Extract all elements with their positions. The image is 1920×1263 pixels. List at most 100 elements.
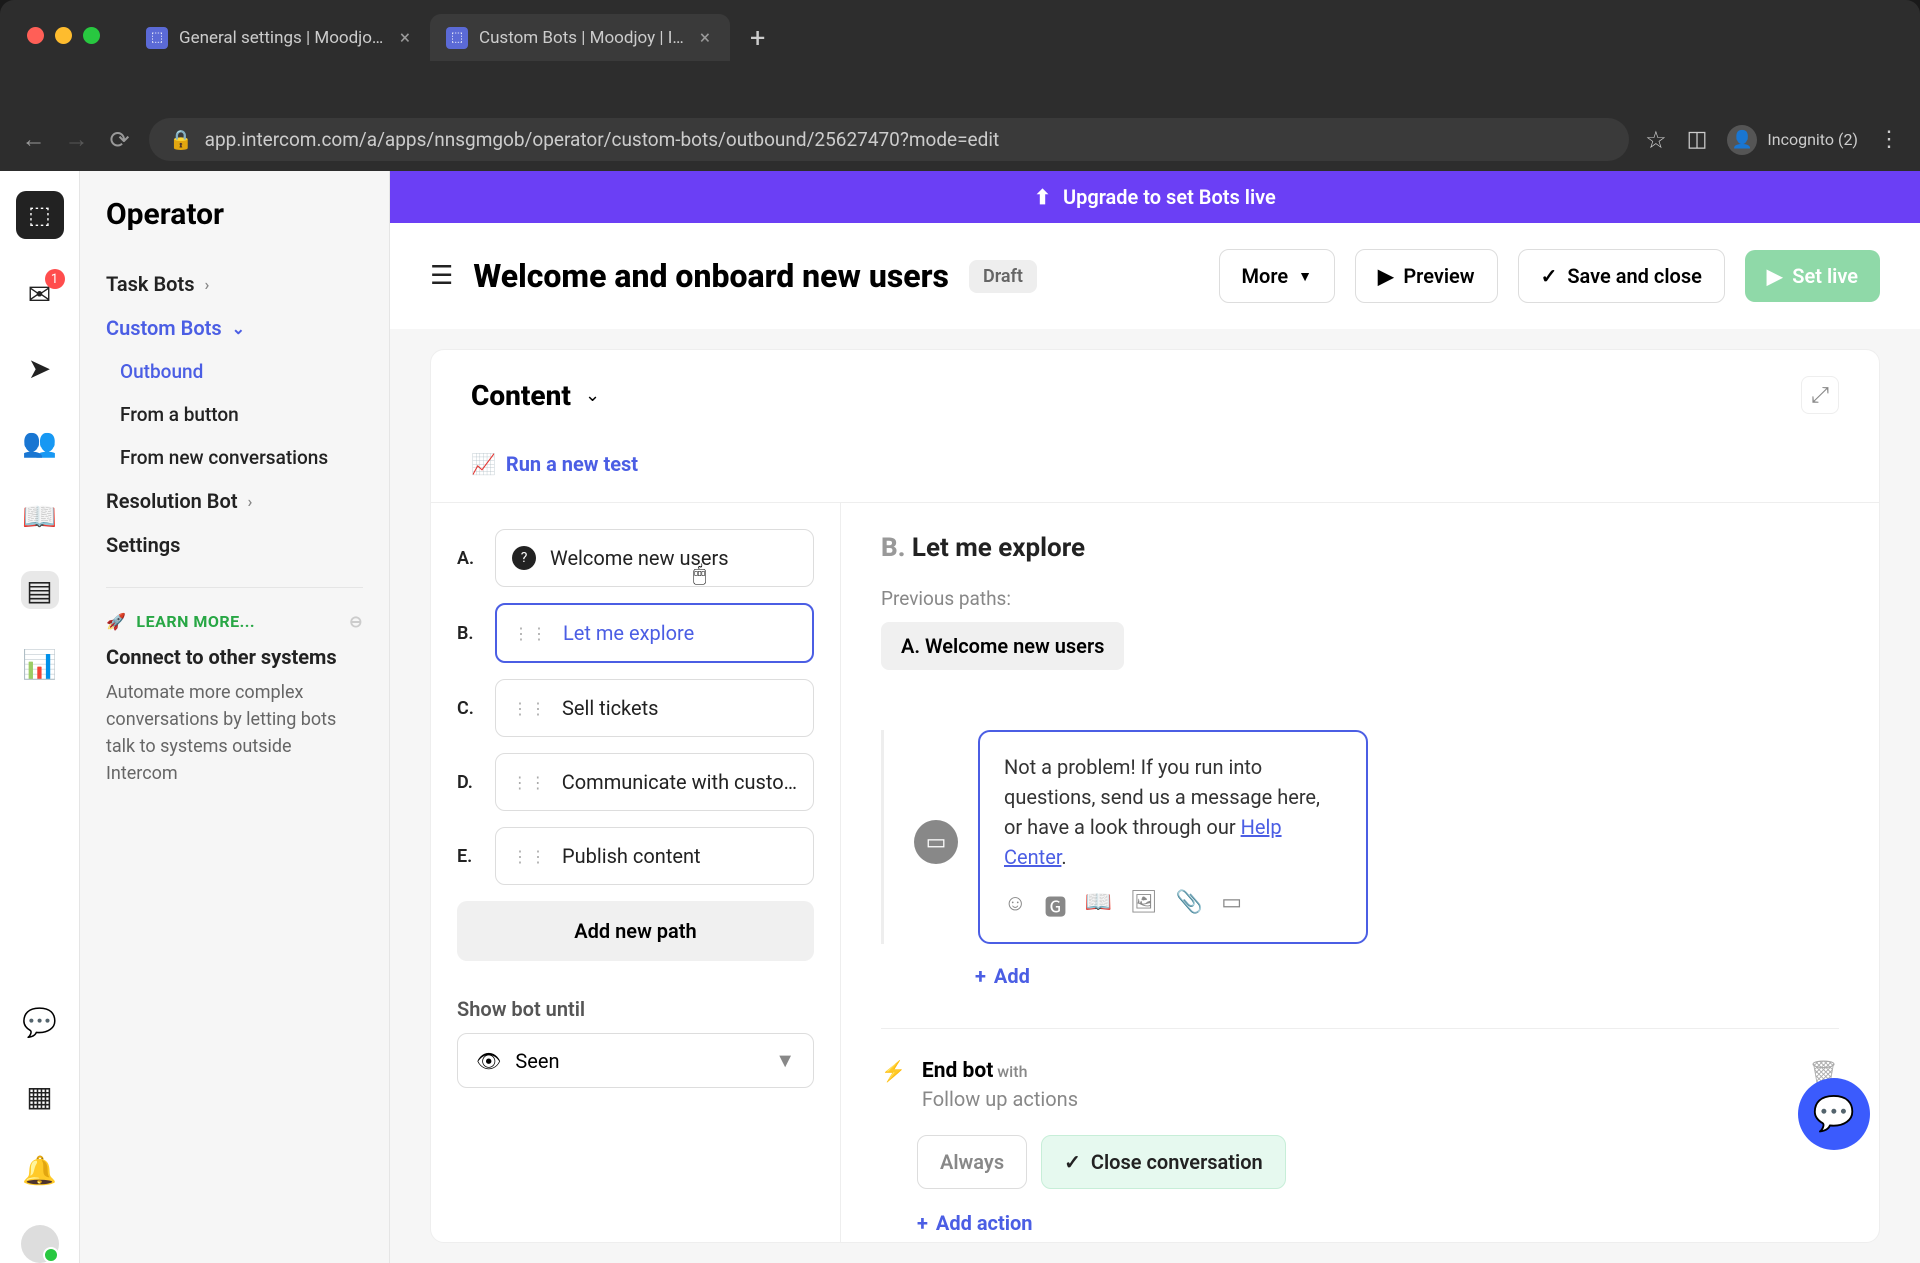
messages-icon[interactable]: 💬 xyxy=(21,1003,59,1041)
add-message-button[interactable]: + Add xyxy=(945,964,1839,988)
expand-icon[interactable]: ⤢ xyxy=(1801,376,1839,414)
forward-icon[interactable]: → xyxy=(63,126,90,153)
sidebar-item-from-new-conversations[interactable]: From new conversations xyxy=(106,436,363,479)
sidebar-item-task-bots[interactable]: Task Bots › xyxy=(106,262,363,306)
content-section-title: Content xyxy=(471,379,571,412)
window-close-button[interactable] xyxy=(27,27,44,44)
close-conversation-button[interactable]: ✓ Close conversation xyxy=(1041,1135,1286,1189)
drag-handle-icon[interactable]: ⋮⋮ xyxy=(512,847,548,866)
sidebar-card-desc: Automate more complex conversations by l… xyxy=(106,679,363,787)
notifications-icon[interactable]: 🔔 xyxy=(21,1151,59,1189)
path-row: A. ? Welcome new users xyxy=(457,529,814,587)
main-area: ⬆ Upgrade to set Bots live ☰ Welcome and… xyxy=(390,171,1920,1263)
message-type-icon[interactable]: ▭ xyxy=(914,820,958,864)
sidebar-item-from-button[interactable]: From a button xyxy=(106,393,363,436)
image-icon[interactable]: 🖼 xyxy=(1130,890,1158,922)
window-controls xyxy=(0,0,100,44)
save-and-close-button[interactable]: ✓ Save and close xyxy=(1518,249,1725,303)
new-tab-button[interactable]: + xyxy=(730,22,785,54)
window-minimize-button[interactable] xyxy=(55,27,72,44)
message-toolbar: ☺ 🅶 📖 🖼 📎 ▭ xyxy=(1004,890,1342,922)
sidebar-item-outbound[interactable]: Outbound xyxy=(106,350,363,393)
intercom-chat-fab[interactable]: 💬 xyxy=(1798,1078,1870,1150)
message-editor[interactable]: Not a problem! If you run into questions… xyxy=(978,730,1368,944)
reports-icon[interactable]: 📊 xyxy=(21,645,59,683)
incognito-label: Incognito (2) xyxy=(1767,130,1858,149)
drag-handle-icon[interactable]: ⋮⋮ xyxy=(513,624,549,643)
upgrade-banner[interactable]: ⬆ Upgrade to set Bots live xyxy=(390,171,1920,223)
lock-icon: 🔒 xyxy=(169,128,193,151)
drag-handle-icon[interactable]: ⋮⋮ xyxy=(512,773,548,792)
eye-icon: 👁 xyxy=(476,1049,501,1073)
chevron-right-icon: › xyxy=(204,275,209,294)
apps-icon[interactable]: ▦ xyxy=(21,1077,59,1115)
content-split: A. ? Welcome new users B. ⋮⋮ Let me expl… xyxy=(431,502,1879,1243)
add-new-path-button[interactable]: Add new path xyxy=(457,901,814,961)
drag-handle-icon[interactable]: ⋮⋮ xyxy=(512,699,548,718)
sidebar-item-settings[interactable]: Settings xyxy=(106,523,363,567)
check-icon: ✓ xyxy=(1541,264,1558,288)
inbox-icon[interactable]: ✉ 1 xyxy=(21,275,59,313)
attachment-icon[interactable]: 📎 xyxy=(1176,890,1203,922)
end-bot-title: End bot xyxy=(922,1059,993,1083)
set-live-button[interactable]: ▶ Set live xyxy=(1745,250,1880,302)
chevron-down-icon: ▼ xyxy=(1298,268,1312,285)
previous-paths-label: Previous paths: xyxy=(881,587,1839,610)
sidebar-item-custom-bots[interactable]: Custom Bots ⌄ xyxy=(106,306,363,350)
detail-pane: B. Let me explore Previous paths: A. Wel… xyxy=(841,503,1879,1243)
intercom-logo[interactable]: ⬚ xyxy=(16,191,64,239)
show-until-select[interactable]: 👁 Seen ▼ xyxy=(457,1033,814,1088)
browser-chrome: ⬚ General settings | Moodjoy | In × ⬚ Cu… xyxy=(0,0,1920,108)
app-icon[interactable]: ▭ xyxy=(1221,890,1242,922)
article-icon[interactable]: 📖 xyxy=(1084,890,1111,922)
sidebar-card-title: Connect to other systems xyxy=(106,645,363,669)
send-icon[interactable]: ➤ xyxy=(21,349,59,387)
check-icon: ✓ xyxy=(1064,1150,1081,1174)
more-button[interactable]: More ▼ xyxy=(1219,249,1335,303)
tab-close-icon[interactable]: × xyxy=(396,26,414,49)
browser-tab[interactable]: ⬚ General settings | Moodjoy | In × xyxy=(130,14,430,61)
tab-close-icon[interactable]: × xyxy=(696,26,714,49)
path-item[interactable]: ⋮⋮ Sell tickets xyxy=(495,679,814,737)
window-maximize-button[interactable] xyxy=(83,27,100,44)
path-item[interactable]: ⋮⋮ Communicate with custo… xyxy=(495,753,814,811)
path-item[interactable]: ⋮⋮ Publish content xyxy=(495,827,814,885)
menu-icon[interactable]: ⋮ xyxy=(1878,127,1900,152)
preview-button[interactable]: ▶ Preview xyxy=(1355,249,1498,303)
page-title: Welcome and onboard new users xyxy=(473,257,949,295)
emoji-icon[interactable]: ☺ xyxy=(1004,890,1026,922)
url-field[interactable]: 🔒 app.intercom.com/a/apps/nnsgmgob/opera… xyxy=(149,118,1629,161)
incognito-badge[interactable]: 👤 Incognito (2) xyxy=(1727,125,1858,155)
incognito-icon: 👤 xyxy=(1727,125,1757,155)
book-icon[interactable]: 📖 xyxy=(21,497,59,535)
user-avatar[interactable] xyxy=(21,1225,59,1263)
previous-path-chip[interactable]: A. Welcome new users xyxy=(881,622,1124,670)
extensions-icon[interactable]: ◫ xyxy=(1687,127,1708,152)
message-text[interactable]: Not a problem! If you run into questions… xyxy=(1004,752,1342,872)
path-row: C. ⋮⋮ Sell tickets xyxy=(457,679,814,737)
hamburger-icon[interactable]: ☰ xyxy=(430,261,453,291)
paths-pane: A. ? Welcome new users B. ⋮⋮ Let me expl… xyxy=(431,503,841,1243)
path-row: E. ⋮⋮ Publish content xyxy=(457,827,814,885)
star-icon[interactable]: ☆ xyxy=(1645,126,1667,154)
learn-more-link[interactable]: 🚀 LEARN MORE... ⊖ xyxy=(106,587,363,645)
operator-icon[interactable]: ▤ xyxy=(21,571,59,609)
always-button[interactable]: Always xyxy=(917,1135,1027,1189)
path-item-selected[interactable]: ⋮⋮ Let me explore xyxy=(495,603,814,663)
run-new-test-link[interactable]: 📈 Run a new test xyxy=(471,452,1839,476)
people-icon[interactable]: 👥 xyxy=(21,423,59,461)
reload-icon[interactable]: ⟳ xyxy=(106,126,133,153)
tab-title: General settings | Moodjoy | In xyxy=(179,28,385,48)
favicon-icon: ⬚ xyxy=(446,27,468,49)
dismiss-icon[interactable]: ⊖ xyxy=(349,612,363,631)
add-action-button[interactable]: + Add action xyxy=(917,1211,1839,1235)
path-item[interactable]: ? Welcome new users xyxy=(495,529,814,587)
back-icon[interactable]: ← xyxy=(20,126,47,153)
browser-tab-active[interactable]: ⬚ Custom Bots | Moodjoy | Interc × xyxy=(430,14,730,61)
address-bar-right: ☆ ◫ 👤 Incognito (2) ⋮ xyxy=(1645,125,1900,155)
chevron-down-icon[interactable]: ⌄ xyxy=(585,385,600,406)
gif-icon[interactable]: 🅶 xyxy=(1044,890,1066,922)
sidebar-item-resolution-bot[interactable]: Resolution Bot › xyxy=(106,479,363,523)
tab-title: Custom Bots | Moodjoy | Interc xyxy=(479,28,685,48)
chevron-right-icon: › xyxy=(248,492,253,511)
